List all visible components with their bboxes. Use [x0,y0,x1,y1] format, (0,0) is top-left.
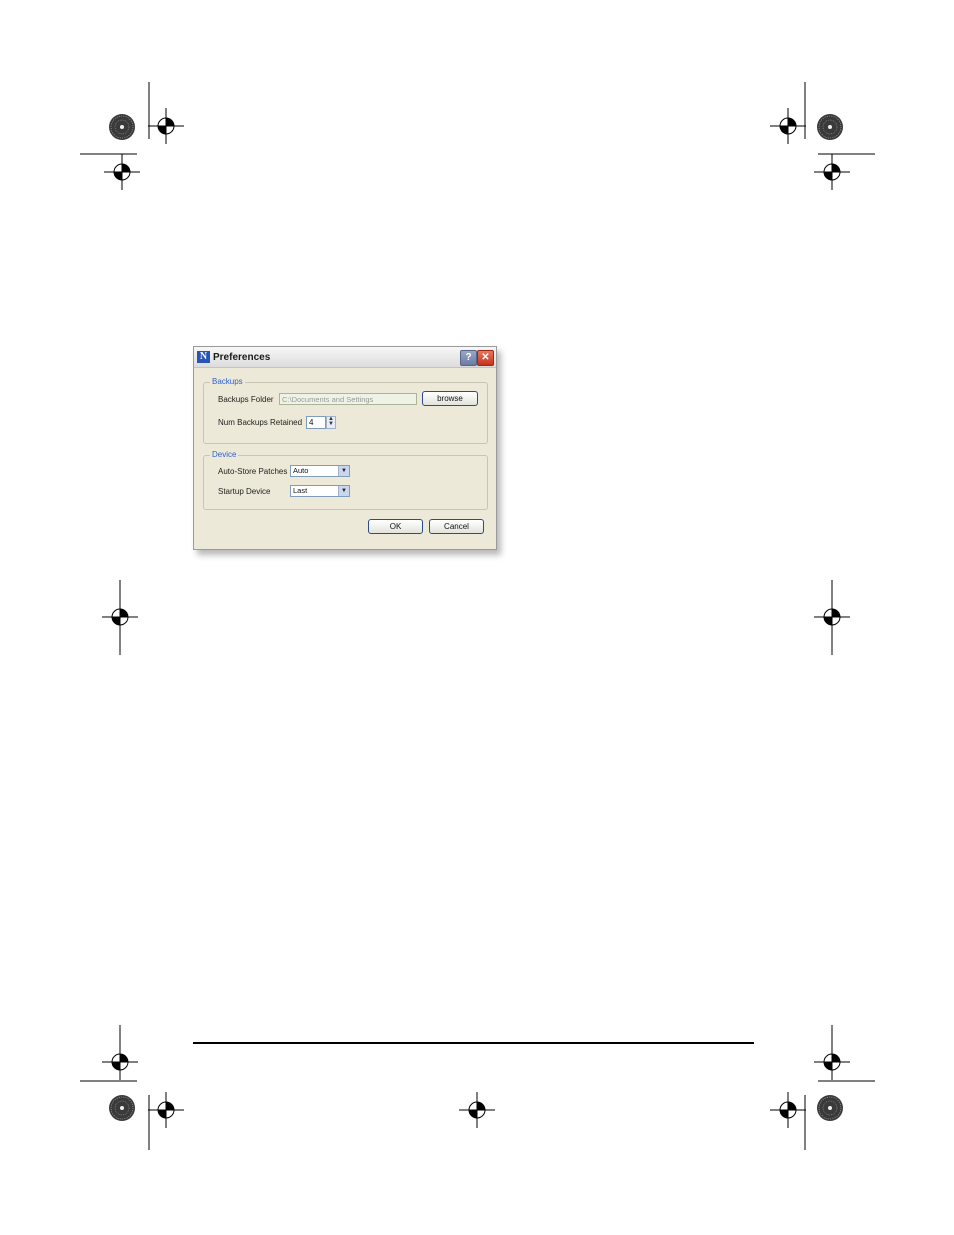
registration-cross-icon [101,1043,139,1081]
registration-cross-icon [458,1091,496,1129]
num-backups-input[interactable]: 4 [306,416,326,429]
backups-group: Backups Backups Folder C:\Documents and … [203,377,488,444]
registration-cross-icon [813,153,851,191]
device-group: Device Auto-Store Patches Auto ▼ Startup… [203,450,488,510]
registration-star-icon [108,113,136,141]
device-legend: Device [210,450,239,459]
app-icon: N [197,351,210,363]
help-button[interactable]: ? [460,350,477,366]
registration-cross-icon [101,598,139,636]
browse-button[interactable]: browse [422,391,478,406]
autostore-label: Auto-Store Patches [218,467,288,476]
startup-device-select[interactable]: Last ▼ [290,485,350,497]
num-backups-stepper[interactable]: ▲ ▼ [326,416,336,429]
chevron-down-icon[interactable]: ▼ [338,466,349,476]
ok-button[interactable]: OK [368,519,423,534]
registration-star-icon [816,113,844,141]
registration-star-icon [108,1094,136,1122]
registration-cross-icon [813,598,851,636]
close-button[interactable]: ✕ [477,350,494,366]
registration-cross-icon [147,107,185,145]
chevron-down-icon[interactable]: ▼ [338,486,349,496]
registration-cross-icon [769,107,807,145]
autostore-select[interactable]: Auto ▼ [290,465,350,477]
startup-device-label: Startup Device [218,487,271,496]
registration-cross-icon [813,1043,851,1081]
footer-rule [193,1042,754,1044]
autostore-value: Auto [293,466,309,475]
num-backups-label: Num Backups Retained [218,418,303,427]
backups-folder-field[interactable]: C:\Documents and Settings [279,393,417,405]
startup-device-value: Last [293,486,308,495]
backups-legend: Backups [210,377,245,386]
backups-folder-label: Backups Folder [218,395,274,404]
registration-cross-icon [769,1091,807,1129]
dialog-title: Preferences [213,352,271,363]
registration-star-icon [816,1094,844,1122]
cancel-button[interactable]: Cancel [429,519,484,534]
registration-cross-icon [147,1091,185,1129]
stepper-down-icon[interactable]: ▼ [327,421,335,427]
registration-marks [80,82,875,1150]
title-bar[interactable]: N Preferences ? ✕ [194,347,496,368]
preferences-dialog: N Preferences ? ✕ Backups Backups Folder… [193,346,497,550]
registration-cross-icon [103,153,141,191]
